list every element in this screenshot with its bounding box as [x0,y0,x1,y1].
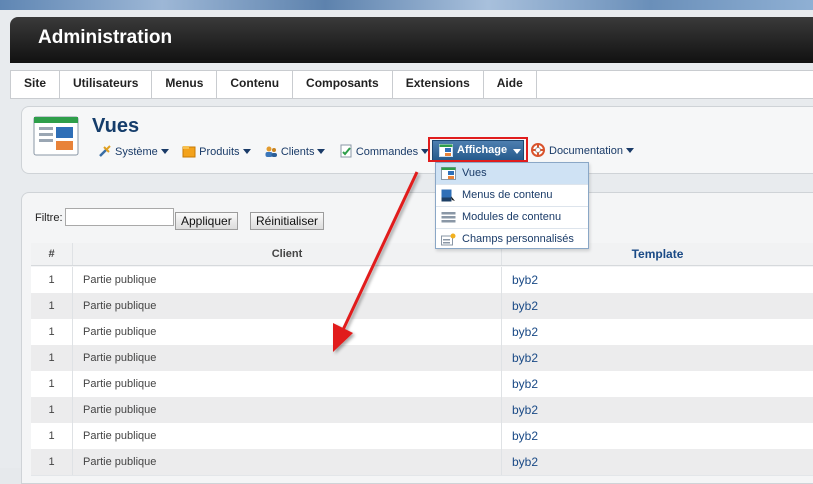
submenu-label: Documentation [549,145,623,157]
chevron-down-icon [242,148,251,154]
chevron-down-icon [626,148,634,153]
submenu-documentation[interactable]: Documentation [531,143,634,157]
menu-item-contenu[interactable]: Contenu [217,71,294,98]
cell-template-link[interactable]: byb2 [502,319,813,345]
content-menu-icon [441,189,455,202]
cell-client: Partie publique [73,397,502,423]
menu-item-utilisateurs[interactable]: Utilisateurs [60,71,153,98]
filter-input[interactable] [65,208,174,226]
table-row: 1 Partie publique byb2 [31,267,813,294]
component-submenu: Système Produits Clients Commandes [98,143,439,161]
cell-number: 1 [31,319,73,345]
views-page-icon [33,116,79,156]
views-icon [441,167,456,180]
header-title: Administration [38,27,173,48]
cell-client: Partie publique [73,319,502,345]
menu-item-site[interactable]: Site [11,71,61,98]
page-title: Vues [92,115,140,137]
cell-client: Partie publique [73,345,502,371]
admin-header: Administration [10,17,813,63]
table-row: 1 Partie publique byb2 [31,397,813,424]
menu-item-composants[interactable]: Composants [293,71,393,98]
table-header-row: # Client Template [31,243,813,266]
cell-template-link[interactable]: byb2 [502,397,813,423]
cell-client: Partie publique [73,449,502,475]
browser-top-strip [0,0,813,10]
apply-button[interactable]: Appliquer [175,212,238,230]
folder-icon [182,145,196,158]
dropdown-item-menus-de-contenu[interactable]: Menus de contenu [436,185,588,207]
dropdown-item-label: Vues [462,167,487,179]
menu-item-aide[interactable]: Aide [484,71,537,98]
cell-number: 1 [31,267,73,293]
cell-client: Partie publique [73,267,502,293]
toolbar-panel: Vues Système Produits Clients Commandes [21,106,813,174]
cell-template-link[interactable]: byb2 [502,345,813,371]
lifebuoy-icon [531,143,545,157]
orders-icon [340,144,352,158]
cell-template-link[interactable]: byb2 [502,449,813,475]
dropdown-item-modules-de-contenu[interactable]: Modules de contenu [436,207,588,229]
table-row: 1 Partie publique byb2 [31,319,813,346]
filter-bar: Filtre: [35,208,174,226]
reset-button[interactable]: Réinitialiser [250,212,325,230]
custom-fields-icon [441,233,456,246]
tools-icon [99,145,111,157]
submenu-systeme[interactable]: Système [98,144,169,158]
submenu-label: Produits [199,145,240,158]
submenu-clients[interactable]: Clients [264,144,326,158]
cell-number: 1 [31,449,73,475]
dropdown-item-label: Champs personnalisés [462,233,574,245]
menu-item-extensions[interactable]: Extensions [393,71,484,98]
cell-number: 1 [31,293,73,319]
submenu-commandes[interactable]: Commandes [339,144,430,158]
affichage-dropdown: Vues Menus de contenu Modules de contenu… [435,162,589,249]
cell-client: Partie publique [73,371,502,397]
submenu-label: Clients [280,145,315,158]
dropdown-item-label: Menus de contenu [462,189,553,201]
table-row: 1 Partie publique byb2 [31,371,813,398]
submenu-produits[interactable]: Produits [182,144,251,158]
table-row: 1 Partie publique byb2 [31,449,813,476]
table-row: 1 Partie publique byb2 [31,345,813,372]
highlight-box [428,137,528,162]
menu-item-menus[interactable]: Menus [152,71,218,98]
modules-icon [441,212,456,223]
cell-number: 1 [31,371,73,397]
cell-template-link[interactable]: byb2 [502,267,813,293]
submenu-label: Système [115,145,158,158]
cell-client: Partie publique [73,293,502,319]
cell-number: 1 [31,423,73,449]
cell-template-link[interactable]: byb2 [502,371,813,397]
table-row: 1 Partie publique byb2 [31,293,813,320]
cell-template-link[interactable]: byb2 [502,293,813,319]
dropdown-item-label: Modules de contenu [462,211,562,223]
filter-label: Filtre: [35,212,63,224]
submenu-label: Commandes [355,145,419,158]
dropdown-item-vues[interactable]: Vues [436,163,588,185]
cell-number: 1 [31,397,73,423]
column-header-number[interactable]: # [31,243,73,265]
cell-number: 1 [31,345,73,371]
chevron-down-icon [317,148,326,154]
chevron-down-icon [160,148,169,154]
cell-client: Partie publique [73,423,502,449]
dropdown-item-champs-personnalises[interactable]: Champs personnalisés [436,229,588,250]
cell-template-link[interactable]: byb2 [502,423,813,449]
table-row: 1 Partie publique byb2 [31,423,813,450]
users-icon [265,146,277,157]
main-menubar: Site Utilisateurs Menus Contenu Composan… [10,70,813,99]
